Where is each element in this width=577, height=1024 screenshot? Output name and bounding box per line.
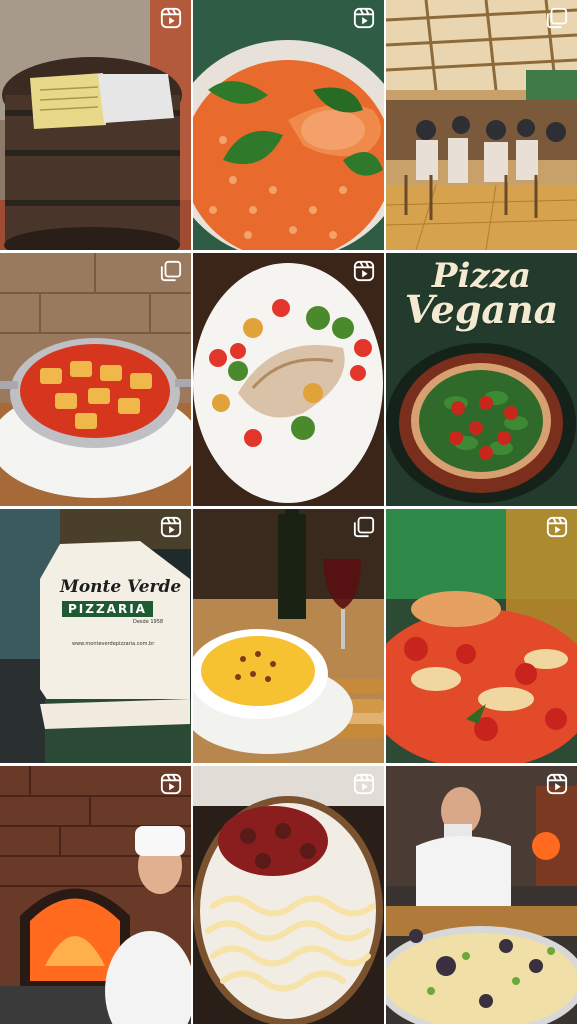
post-soup-wine[interactable] [193, 509, 384, 763]
post-ravioli-pan[interactable] [0, 253, 191, 506]
dining-room-image [386, 0, 577, 250]
pizza-vegana-title: Pizza Vegana [386, 259, 577, 329]
carousel-icon [546, 7, 568, 29]
box-sub-label: PIZZARIA [62, 601, 153, 617]
box-brand-name: Monte Verde [60, 577, 182, 597]
pizzaiolo-image [386, 766, 577, 1024]
pizza-ham-cheese-image [193, 766, 384, 1024]
post-pizzaiolo[interactable] [386, 766, 577, 1024]
shrimp-risotto-image [193, 0, 384, 250]
pizza-box-image [0, 509, 191, 763]
post-fish-fillet[interactable] [193, 253, 384, 506]
soup-wine-image [193, 509, 384, 763]
title-line-2: Vegana [404, 287, 559, 332]
wood-oven-image [0, 766, 191, 1024]
post-menu-barrel[interactable] [0, 0, 191, 250]
reel-icon [160, 773, 182, 795]
fish-fillet-image [193, 253, 384, 506]
reel-icon [353, 260, 375, 282]
carousel-icon [160, 260, 182, 282]
post-restaurant-dining-room[interactable] [386, 0, 577, 250]
box-since: Desde 1958 [133, 619, 164, 625]
reel-icon [546, 773, 568, 795]
post-pizza-box[interactable]: Monte Verde PIZZARIA Desde 1958 www.mont… [0, 509, 191, 763]
carousel-icon [353, 516, 375, 538]
reel-icon [546, 516, 568, 538]
post-wood-oven[interactable] [0, 766, 191, 1024]
reel-icon [353, 773, 375, 795]
post-pizza-vegana[interactable]: Pizza Vegana [386, 253, 577, 506]
ravioli-pan-image [0, 253, 191, 506]
reel-icon [160, 516, 182, 538]
post-shrimp-risotto[interactable] [193, 0, 384, 250]
pizza-closeup-image [386, 509, 577, 763]
menu-barrel-image [0, 0, 191, 250]
reel-icon [353, 7, 375, 29]
post-pizza-ham-cheese[interactable] [193, 766, 384, 1024]
profile-post-grid: Pizza Vegana Monte Verde PIZZARIA Desde … [0, 0, 577, 1024]
post-pizza-closeup[interactable] [386, 509, 577, 763]
box-website: www.monteverdepizzaria.com.br [72, 641, 155, 647]
reel-icon [160, 7, 182, 29]
